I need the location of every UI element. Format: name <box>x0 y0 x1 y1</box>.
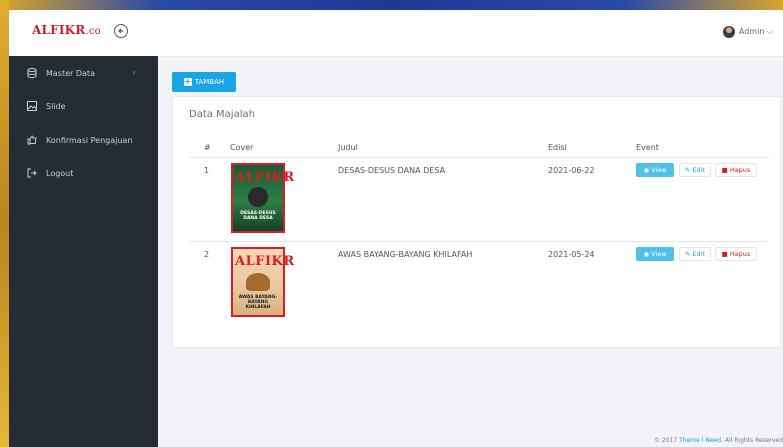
sidebar: Master Data ‹ Slide Konfirmasi Pengajuan… <box>9 56 158 447</box>
arrow-left-icon <box>118 28 123 34</box>
row-divider <box>189 241 769 242</box>
background-left <box>0 0 9 447</box>
delete-button-label: Hapus <box>729 250 751 258</box>
view-button[interactable]: ◉ View <box>636 247 674 261</box>
sidebar-item-logout[interactable]: Logout <box>9 163 158 183</box>
column-header-cover: Cover <box>230 143 254 152</box>
row-judul: AWAS BAYANG-BAYANG KHILAFAH <box>338 250 473 259</box>
column-header-edisi: Edisi <box>548 143 567 152</box>
sidebar-item-label: Konfirmasi Pengajuan <box>46 135 133 145</box>
edit-button-label: Edit <box>692 250 706 258</box>
panel-title: Data Majalah <box>189 109 255 120</box>
edit-button-label: Edit <box>692 166 706 174</box>
thumbs-up-icon <box>26 134 38 146</box>
database-icon <box>26 67 38 79</box>
eye-icon: ◉ <box>643 250 650 258</box>
eye-icon: ◉ <box>643 166 650 174</box>
row-edisi: 2021-05-24 <box>548 250 595 259</box>
pencil-icon: ✎ <box>684 166 691 174</box>
column-header-judul: Judul <box>338 143 358 152</box>
user-menu[interactable]: Admin ⌵ <box>722 26 773 38</box>
footer-suffix: . All Rights Reserved <box>721 437 783 444</box>
cover-illustration <box>246 273 270 291</box>
footer-prefix: © 2017 <box>654 437 678 444</box>
trash-icon: ■ <box>721 166 728 174</box>
view-button-label: View <box>651 250 667 258</box>
brand-suffix: .co <box>85 26 101 37</box>
app-window: ALFIKR.co Admin ⌵ Master Data ‹ Slide Ko… <box>9 10 783 447</box>
row-number: 1 <box>204 166 210 175</box>
footer-link[interactable]: Theme I Need <box>679 437 721 444</box>
cover-masthead: ALFIKR <box>235 254 295 269</box>
cover-masthead: ALFIKR <box>235 170 295 185</box>
image-icon <box>26 100 38 112</box>
cover-illustration <box>248 187 268 207</box>
edit-button[interactable]: ✎ Edit <box>679 247 711 261</box>
logout-icon <box>26 167 38 179</box>
sidebar-item-slide[interactable]: Slide <box>9 96 158 116</box>
chevron-left-icon: ‹ <box>132 68 136 77</box>
row-edisi: 2021-06-22 <box>548 166 595 175</box>
sidebar-item-label: Logout <box>46 168 74 178</box>
view-button-label: View <box>651 166 667 174</box>
pencil-icon: ✎ <box>684 250 691 258</box>
background-top <box>0 0 783 10</box>
trash-icon: ■ <box>721 250 728 258</box>
delete-button-label: Hapus <box>729 166 751 174</box>
footer: © 2017 Theme I Need. All Rights Reserved <box>654 437 783 444</box>
cover-image[interactable]: ALFIKR AWAS BAYANG-BAYANG KHILAFAH <box>231 247 294 317</box>
row-number: 2 <box>204 250 210 259</box>
delete-button[interactable]: ■ Hapus <box>715 247 757 261</box>
magazine-panel: Data Majalah # Cover Judul Edisi Event 1… <box>172 96 781 348</box>
sidebar-item-label: Slide <box>46 101 66 111</box>
add-button[interactable]: + TAMBAH <box>172 72 236 92</box>
header-divider <box>189 157 769 158</box>
delete-button[interactable]: ■ Hapus <box>715 163 757 177</box>
sidebar-item-konfirmasi[interactable]: Konfirmasi Pengajuan <box>9 130 158 150</box>
edit-button[interactable]: ✎ Edit <box>679 163 711 177</box>
column-header-event: Event <box>636 143 659 152</box>
cover-caption: AWAS BAYANG-BAYANG KHILAFAH <box>238 295 278 310</box>
sidebar-item-master-data[interactable]: Master Data ‹ <box>9 63 158 83</box>
brand-logo[interactable]: ALFIKR.co <box>32 23 101 37</box>
sidebar-toggle-button[interactable] <box>114 24 128 38</box>
brand-main: ALFIKR <box>32 23 86 37</box>
add-button-label: TAMBAH <box>194 78 225 86</box>
sidebar-item-label: Master Data <box>46 68 95 78</box>
plus-icon: + <box>183 77 192 86</box>
top-bar: ALFIKR.co Admin ⌵ <box>9 10 783 57</box>
cover-caption: DESAS-DESUS DANA DESA <box>240 211 276 221</box>
view-button[interactable]: ◉ View <box>636 163 674 177</box>
cover-image[interactable]: ALFIKR DESAS-DESUS DANA DESA <box>231 163 294 233</box>
user-label: Admin ⌵ <box>738 27 773 36</box>
avatar <box>722 26 735 38</box>
row-judul: DESAS-DESUS DANA DESA <box>338 166 446 175</box>
column-header-number: # <box>204 143 211 152</box>
